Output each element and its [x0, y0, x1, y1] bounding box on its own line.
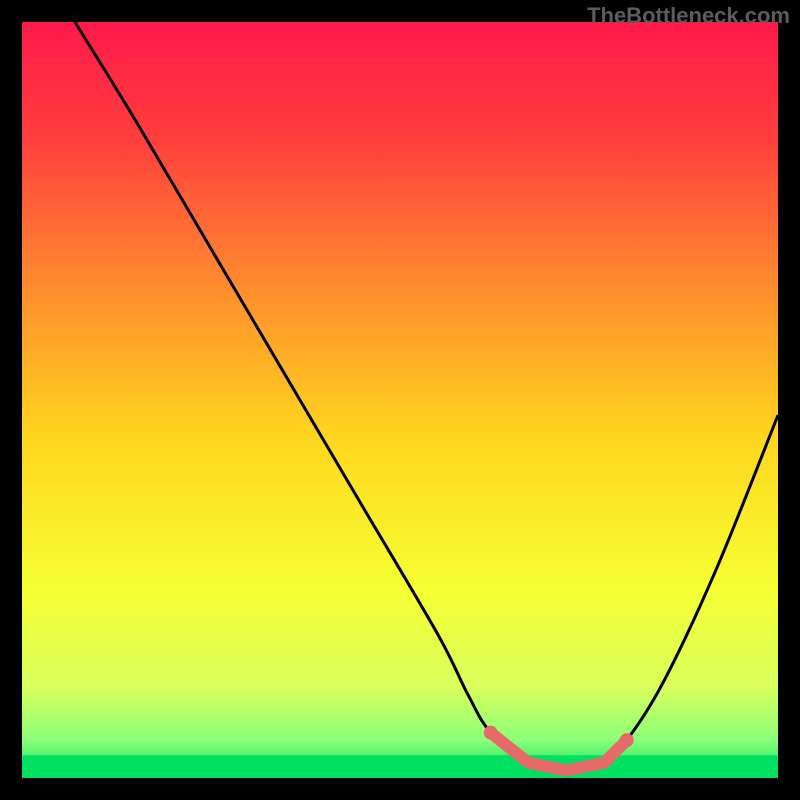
plot-area [22, 22, 778, 778]
chart-svg [22, 22, 778, 778]
optimum-range-endpoint [620, 733, 634, 747]
optimum-range-endpoint [484, 726, 498, 740]
chart-container: TheBottleneck.com [0, 0, 800, 800]
watermark-text: TheBottleneck.com [587, 3, 790, 29]
gradient-background [22, 22, 778, 778]
green-band [22, 755, 778, 778]
